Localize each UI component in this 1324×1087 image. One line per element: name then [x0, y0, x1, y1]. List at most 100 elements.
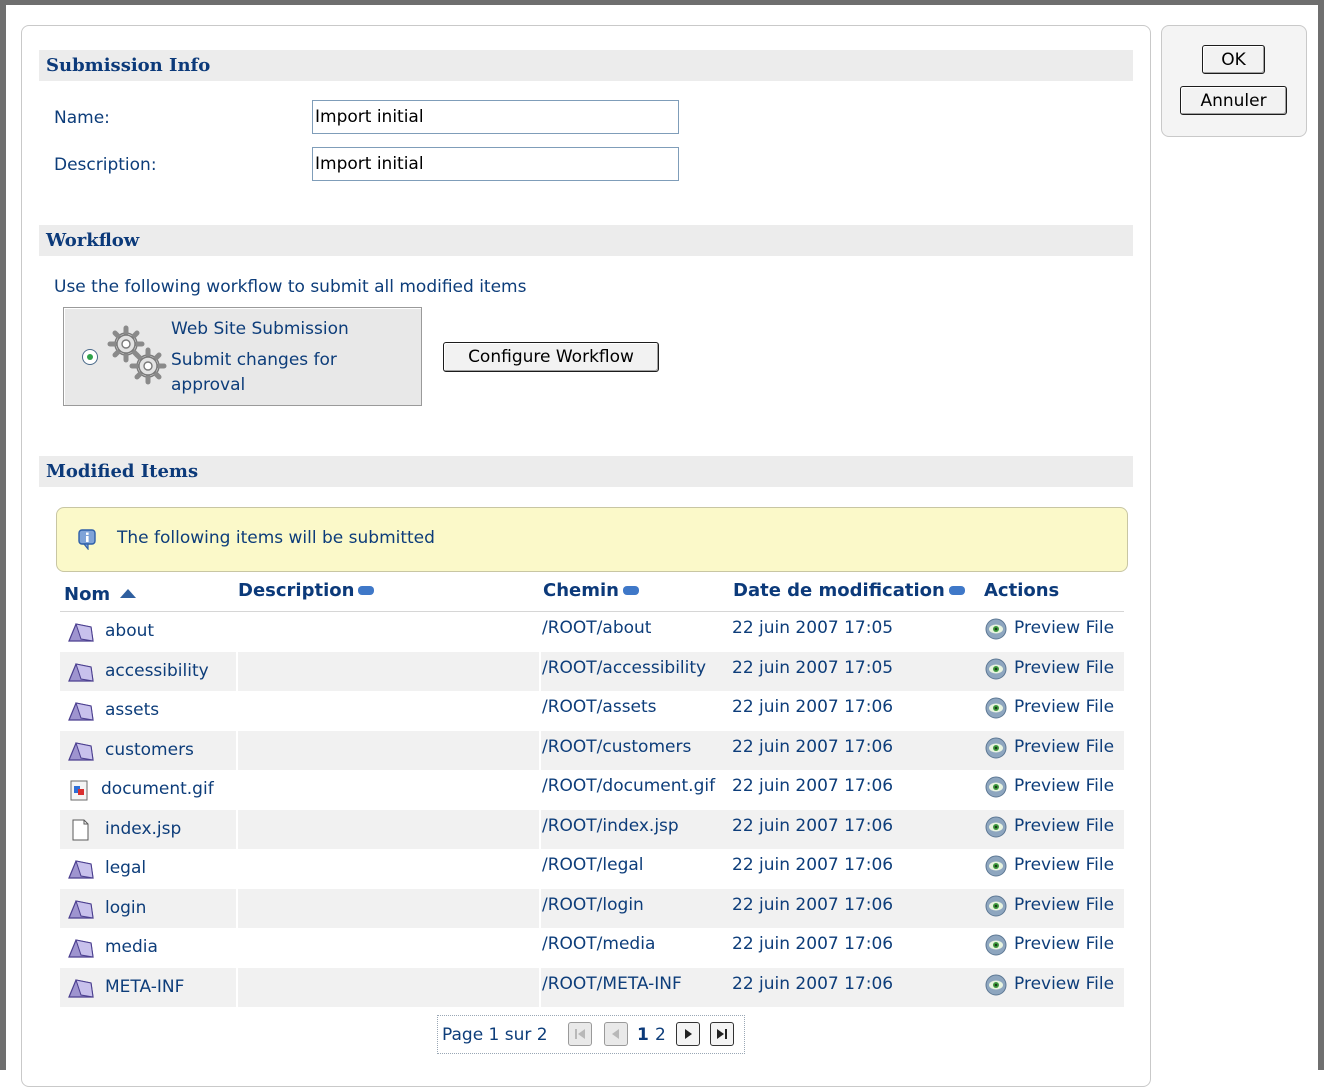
preview-file-label: Preview File [1014, 618, 1115, 638]
row-path: /ROOT/META-INF [542, 973, 682, 994]
row-name-link[interactable]: legal [105, 858, 146, 878]
row-name-cell: customers [60, 730, 236, 770]
row-name-cell: login [60, 888, 236, 928]
table-row: media/ROOT/media 22 juin 2007 17:06 Previe… [60, 928, 1124, 968]
column-header-date-label: Date de modification [733, 580, 945, 601]
preview-file-label: Preview File [1014, 934, 1115, 954]
row-description-cell [238, 612, 539, 652]
info-message: The following items will be submitted [56, 507, 1128, 572]
column-header-description-label: Description [238, 580, 355, 601]
preview-file-label: Preview File [1014, 973, 1115, 994]
row-name-cell: media [60, 928, 236, 968]
row-name-link[interactable]: META-INF [105, 977, 184, 997]
row-date: 22 juin 2007 17:06 [732, 736, 894, 757]
folder-icon [68, 662, 94, 682]
column-header-path[interactable]: Chemin [543, 580, 639, 601]
previous-page-icon [612, 1029, 619, 1039]
row-name-cell: document.gif [60, 770, 236, 810]
row-name-link[interactable]: accessibility [105, 661, 209, 681]
row-name-link[interactable]: customers [105, 740, 194, 760]
row-name-link[interactable]: login [105, 898, 146, 918]
next-page-icon [685, 1029, 692, 1039]
workflow-instruction: Use the following workflow to submit all… [54, 277, 527, 297]
cancel-button[interactable]: Annuler [1180, 86, 1287, 115]
gears-icon [107, 325, 167, 385]
preview-eye-icon [985, 697, 1007, 719]
workflow-option-desc-line1: Submit changes for [171, 350, 337, 370]
window-frame-right [1318, 0, 1324, 1070]
row-path: /ROOT/customers [542, 736, 692, 757]
table-row: login/ROOT/login 22 juin 2007 17:06 Previe… [60, 888, 1124, 928]
row-description-cell [238, 809, 539, 849]
folder-icon [68, 978, 94, 998]
image-file-icon [70, 780, 88, 801]
row-date: 22 juin 2007 17:05 [732, 657, 894, 678]
page-2-link[interactable]: 2 [655, 1025, 666, 1045]
row-description-cell [238, 888, 539, 928]
row-path: /ROOT/about [542, 618, 652, 638]
row-name-cell: assets [60, 691, 236, 731]
row-description-cell [238, 849, 539, 889]
row-date: 22 juin 2007 17:06 [732, 855, 894, 875]
row-name-link[interactable]: index.jsp [105, 819, 181, 839]
row-path: /ROOT/assets [542, 697, 657, 717]
row-name-link[interactable]: assets [105, 700, 159, 720]
workflow-option[interactable]: Web Site Submission Submit changes for a… [63, 307, 422, 406]
preview-file-label: Preview File [1014, 697, 1115, 717]
preview-eye-icon [985, 934, 1007, 956]
last-page-icon [717, 1029, 727, 1039]
column-header-date[interactable]: Date de modification [733, 580, 965, 601]
preview-file-label: Preview File [1014, 657, 1115, 678]
folder-icon [68, 702, 94, 721]
row-path: /ROOT/legal [542, 855, 644, 875]
row-name-link[interactable]: media [105, 937, 158, 957]
column-header-name[interactable]: Nom [64, 584, 137, 605]
row-name-link[interactable]: about [105, 621, 154, 641]
column-header-description[interactable]: Description [238, 580, 375, 601]
row-date: 22 juin 2007 17:05 [732, 618, 894, 638]
table-row: customers/ROOT/customers 22 juin 2007 17:… [60, 730, 1124, 770]
preview-file-label: Preview File [1014, 776, 1115, 796]
row-name-link[interactable]: document.gif [101, 779, 214, 799]
file-icon [72, 819, 89, 840]
row-path: /ROOT/index.jsp [542, 815, 679, 836]
workflow-header: Workflow [39, 225, 1133, 256]
description-input[interactable] [312, 147, 679, 181]
column-header-actions: Actions [984, 580, 1060, 601]
workflow-option-desc-line2: approval [171, 375, 246, 395]
sort-ascending-icon [120, 589, 137, 598]
column-header-name-label: Nom [64, 584, 111, 605]
row-description-cell [238, 691, 539, 731]
first-page-button[interactable] [568, 1022, 592, 1046]
configure-workflow-button[interactable]: Configure Workflow [443, 342, 659, 372]
window-frame-left [0, 0, 6, 1070]
row-date: 22 juin 2007 17:06 [732, 894, 894, 915]
folder-icon [68, 939, 94, 958]
sort-toggle-icon [948, 585, 965, 595]
row-description-cell [238, 967, 539, 1007]
page-1-link[interactable]: 1 [637, 1025, 649, 1045]
row-description-cell [238, 730, 539, 770]
description-label: Description: [54, 155, 157, 175]
preview-eye-icon [985, 895, 1007, 916]
last-page-button[interactable] [710, 1022, 734, 1046]
ok-button[interactable]: OK [1202, 45, 1265, 74]
previous-page-button[interactable] [604, 1022, 628, 1046]
info-message-text: The following items will be submitted [117, 528, 435, 548]
table-row: about/ROOT/about 22 juin 2007 17:05 Previe… [60, 612, 1124, 652]
row-description-cell [238, 651, 539, 691]
folder-icon [68, 860, 94, 879]
preview-eye-icon [985, 974, 1007, 995]
preview-file-label: Preview File [1014, 736, 1115, 757]
preview-eye-icon [985, 658, 1007, 679]
row-name-cell: accessibility [60, 651, 236, 691]
workflow-radio[interactable] [82, 349, 98, 365]
table-row: legal/ROOT/legal 22 juin 2007 17:06 Previe… [60, 849, 1124, 889]
preview-eye-icon [985, 618, 1007, 640]
preview-file-label: Preview File [1014, 815, 1115, 836]
first-page-icon [575, 1029, 585, 1039]
name-input[interactable] [312, 100, 679, 134]
preview-eye-icon [985, 816, 1007, 837]
next-page-button[interactable] [676, 1022, 700, 1046]
table-row: index.jsp/ROOT/index.jsp 22 juin 2007 17:… [60, 809, 1124, 849]
